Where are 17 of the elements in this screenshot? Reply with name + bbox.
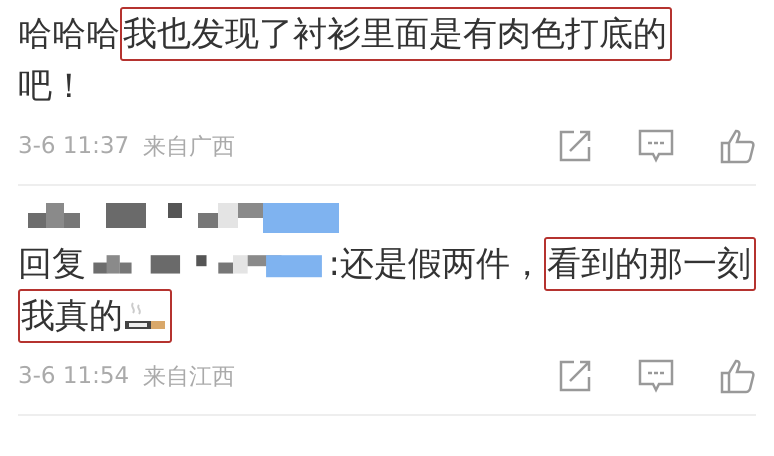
comment-location: 来自广西 (143, 132, 236, 162)
comment-time: 3-6 11:54 (18, 363, 130, 389)
comment-icon[interactable] (638, 359, 674, 393)
share-icon[interactable] (558, 129, 592, 163)
comment-time: 3-6 11:37 (18, 133, 130, 159)
thumbs-up-icon[interactable] (720, 358, 756, 394)
comment-icon[interactable] (638, 129, 674, 163)
comment-location: 来自江西 (143, 362, 236, 392)
highlighted-text: 我也发现了衬衫里面是有肉色打底的 (120, 7, 672, 61)
comment-text: 哈哈哈 (18, 13, 120, 56)
comment-text: 回复 (18, 243, 86, 286)
comment-text: 吧！ (18, 65, 86, 108)
share-icon[interactable] (558, 359, 592, 393)
thumbs-up-icon[interactable] (720, 128, 756, 164)
highlighted-text: 看到的那一刻 (544, 237, 756, 291)
highlighted-text: 我真的 (21, 295, 123, 338)
comment-text: :还是假两件， (328, 243, 544, 286)
